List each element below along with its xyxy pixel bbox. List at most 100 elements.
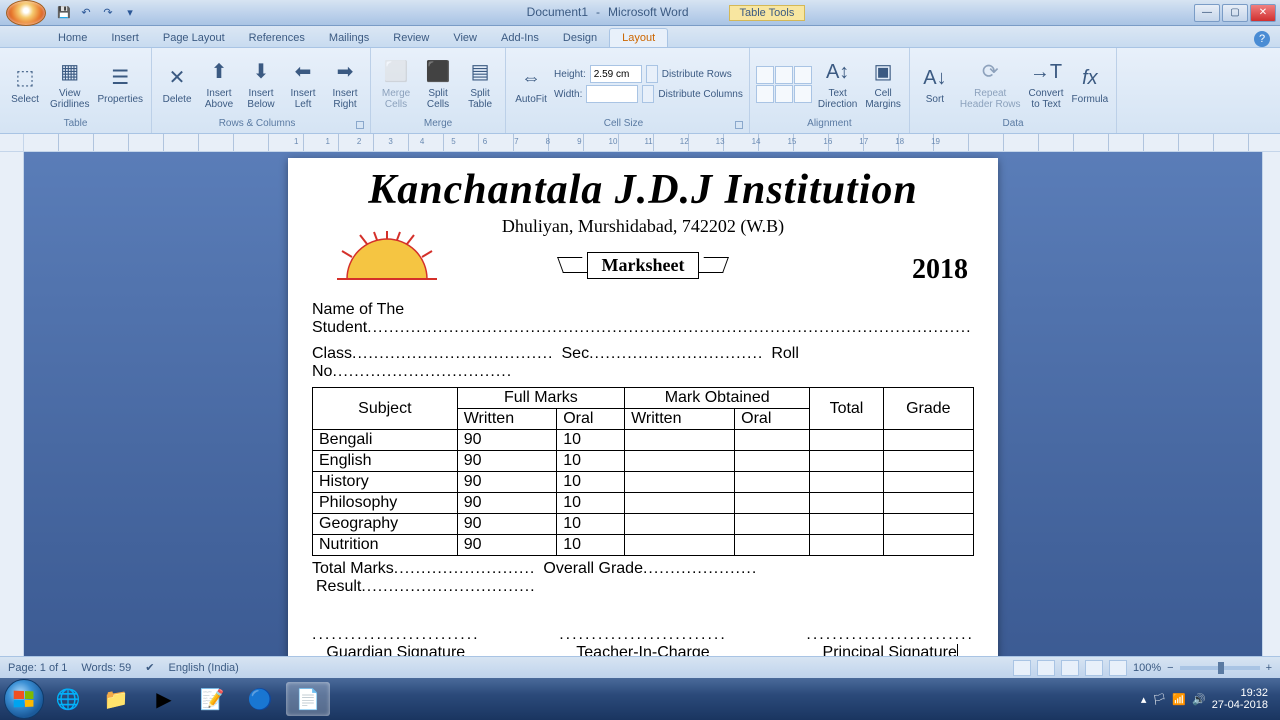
dialog-launcher-icon[interactable] — [356, 121, 364, 129]
table-row: English9010 — [313, 451, 974, 472]
minimize-button[interactable]: — — [1194, 4, 1220, 22]
text-direction-button[interactable]: A↕Text Direction — [816, 56, 859, 112]
sun-logo-icon — [332, 229, 442, 289]
quick-access-toolbar: 💾 ↶ ↷ ▾ — [56, 5, 138, 21]
maximize-button[interactable]: ▢ — [1222, 4, 1248, 22]
tab-references[interactable]: References — [237, 29, 317, 47]
action-center-icon[interactable]: 🏳 — [1152, 693, 1166, 706]
ribbon-tabs: Home Insert Page Layout References Maili… — [0, 26, 1280, 48]
clock-date: 27-04-2018 — [1212, 699, 1268, 711]
table-row: Nutrition9010 — [313, 535, 974, 556]
repeat-header-button: ⟳Repeat Header Rows — [958, 56, 1023, 112]
group-label-alignment: Alignment — [756, 118, 903, 131]
properties-button[interactable]: ☰Properties — [95, 62, 145, 107]
tab-mailings[interactable]: Mailings — [317, 29, 381, 47]
tab-review[interactable]: Review — [381, 29, 441, 47]
vertical-ruler[interactable] — [0, 152, 24, 672]
table-row: History9010 — [313, 472, 974, 493]
insert-right-button[interactable]: ➡Insert Right — [326, 56, 364, 112]
alignment-grid[interactable] — [756, 66, 812, 103]
close-button[interactable]: ✕ — [1250, 4, 1276, 22]
merge-cells-button: ⬜Merge Cells — [377, 56, 415, 112]
outline-view-button[interactable] — [1085, 660, 1103, 676]
tab-home[interactable]: Home — [46, 29, 99, 47]
help-icon[interactable]: ? — [1254, 31, 1270, 47]
redo-icon[interactable]: ↷ — [100, 5, 116, 21]
doc-title: Kanchantala J.D.J Institution — [312, 166, 974, 214]
context-tab-label: Table Tools — [729, 5, 806, 21]
clock-time: 19:32 — [1212, 687, 1268, 699]
group-label-rows-cols: Rows & Columns — [158, 118, 356, 131]
tray-chevron-icon[interactable]: ▴ — [1141, 693, 1147, 706]
undo-icon[interactable]: ↶ — [78, 5, 94, 21]
insert-above-button[interactable]: ⬆Insert Above — [200, 56, 238, 112]
height-input[interactable] — [590, 65, 642, 83]
ie-icon[interactable]: 🌐 — [46, 682, 90, 716]
view-gridlines-button[interactable]: ▦View Gridlines — [48, 56, 91, 112]
network-icon[interactable]: 📶 — [1172, 693, 1186, 706]
save-icon[interactable]: 💾 — [56, 5, 72, 21]
word-count[interactable]: Words: 59 — [81, 662, 131, 674]
title-bar: 💾 ↶ ↷ ▾ Document1 - Microsoft Word Table… — [0, 0, 1280, 26]
document-area: Kanchantala J.D.J Institution Dhuliyan, … — [0, 152, 1280, 672]
system-tray[interactable]: ▴ 🏳 📶 🔊 19:32 27-04-2018 — [1141, 687, 1276, 711]
explorer-icon[interactable]: 📁 — [94, 682, 138, 716]
horizontal-ruler[interactable]: 112345678910111213141516171819 — [0, 134, 1280, 152]
split-cells-button[interactable]: ⬛Split Cells — [419, 56, 457, 112]
qat-dropdown-icon[interactable]: ▾ — [122, 5, 138, 21]
autofit-button[interactable]: ⇔AutoFit — [512, 62, 550, 107]
zoom-slider[interactable] — [1180, 666, 1260, 670]
chrome-icon[interactable]: 🔵 — [238, 682, 282, 716]
zoom-out-button[interactable]: − — [1167, 662, 1173, 674]
app-name: Microsoft Word — [608, 5, 688, 21]
split-table-button[interactable]: ▤Split Table — [461, 56, 499, 112]
word-icon[interactable]: 📄 — [286, 682, 330, 716]
page[interactable]: Kanchantala J.D.J Institution Dhuliyan, … — [288, 158, 998, 672]
language-indicator[interactable]: English (India) — [168, 662, 238, 674]
tab-insert[interactable]: Insert — [99, 29, 151, 47]
media-player-icon[interactable]: ▶ — [142, 682, 186, 716]
width-label: Width: — [554, 89, 582, 100]
tab-page-layout[interactable]: Page Layout — [151, 29, 237, 47]
tab-layout[interactable]: Layout — [609, 28, 668, 47]
office-button[interactable] — [6, 0, 46, 26]
table-row: Philosophy9010 — [313, 493, 974, 514]
width-input[interactable] — [586, 85, 638, 103]
status-bar: Page: 1 of 1 Words: 59 ✔ English (India)… — [0, 656, 1280, 678]
group-label-data: Data — [916, 118, 1110, 131]
table-row: Geography9010 — [313, 514, 974, 535]
notepad-icon[interactable]: 📝 — [190, 682, 234, 716]
convert-text-button[interactable]: →TConvert to Text — [1027, 56, 1066, 112]
marks-table[interactable]: Subject Full Marks Mark Obtained Total G… — [312, 387, 974, 556]
web-layout-view-button[interactable] — [1061, 660, 1079, 676]
full-screen-view-button[interactable] — [1037, 660, 1055, 676]
table-row: Bengali9010 — [313, 430, 974, 451]
tab-view[interactable]: View — [441, 29, 489, 47]
zoom-level[interactable]: 100% — [1133, 662, 1161, 674]
distribute-cols-button[interactable]: Distribute Columns — [658, 89, 742, 100]
vertical-scrollbar[interactable] — [1262, 152, 1280, 672]
delete-button[interactable]: ✕Delete — [158, 62, 196, 107]
group-label-cell-size: Cell Size — [512, 118, 735, 131]
zoom-in-button[interactable]: + — [1266, 662, 1272, 674]
page-indicator[interactable]: Page: 1 of 1 — [8, 662, 67, 674]
dialog-launcher-icon[interactable] — [735, 121, 743, 129]
cell-margins-button[interactable]: ▣Cell Margins — [863, 56, 903, 112]
document-name: Document1 — [527, 5, 588, 21]
proofing-icon[interactable]: ✔ — [145, 661, 154, 674]
start-button[interactable] — [4, 679, 44, 719]
draft-view-button[interactable] — [1109, 660, 1127, 676]
insert-left-button[interactable]: ⬅Insert Left — [284, 56, 322, 112]
tab-addins[interactable]: Add-Ins — [489, 29, 551, 47]
height-spinner[interactable] — [646, 65, 658, 83]
insert-below-button[interactable]: ⬇Insert Below — [242, 56, 280, 112]
select-button[interactable]: ⬚Select — [6, 62, 44, 107]
height-label: Height: — [554, 69, 586, 80]
volume-icon[interactable]: 🔊 — [1192, 693, 1206, 706]
distribute-rows-button[interactable]: Distribute Rows — [662, 69, 732, 80]
print-layout-view-button[interactable] — [1013, 660, 1031, 676]
width-spinner[interactable] — [642, 85, 654, 103]
formula-button[interactable]: fxFormula — [1070, 62, 1111, 107]
sort-button[interactable]: A↓Sort — [916, 62, 954, 107]
tab-design[interactable]: Design — [551, 29, 609, 47]
